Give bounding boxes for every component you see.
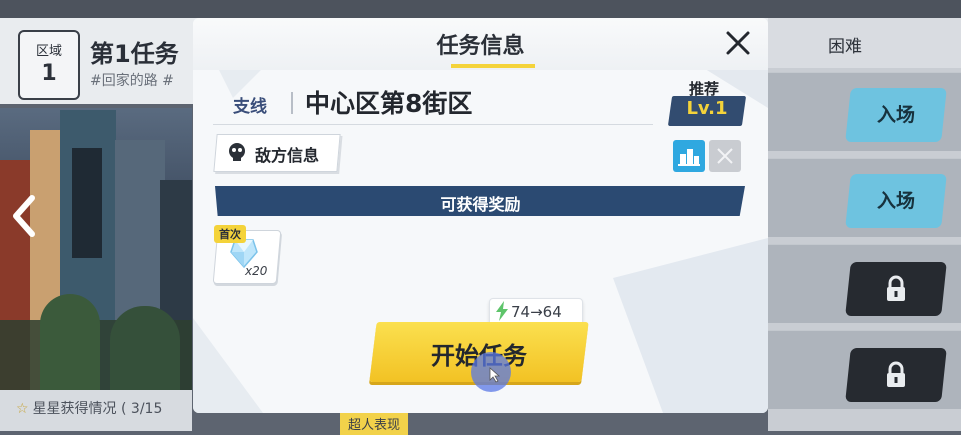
cursor-icon <box>489 367 501 383</box>
difficulty-header[interactable]: 困难 <box>768 18 961 68</box>
enemy-info-label: 敌方信息 <box>255 146 320 165</box>
dialog-title: 任务信息 <box>436 34 525 59</box>
top-strip <box>0 0 961 18</box>
stamina-bolt-icon <box>496 301 508 321</box>
bottom-hint: 超人表现 <box>340 412 409 435</box>
stage-view-button[interactable] <box>673 140 705 172</box>
enemy-skull-icon <box>229 143 245 161</box>
mission-tags: #回家的路 # <box>90 73 174 89</box>
disabled-view-button[interactable] <box>709 140 741 172</box>
star-icon: ☆ <box>16 401 29 417</box>
buildings-icon <box>678 149 700 166</box>
locked-stage-button[interactable] <box>845 348 947 402</box>
difficulty-label: 困难 <box>828 37 862 57</box>
cross-icon <box>717 148 733 164</box>
mission-info-dialog: 任务信息 支线 中心区第8街区 推荐 Lv.1 敌方信息 可获得奖励 首次 x2… <box>193 18 768 413</box>
separator <box>291 92 293 114</box>
branch-label: 支线 <box>233 97 267 117</box>
zone-label: 区域 <box>35 44 62 59</box>
zone-number: 1 <box>41 61 57 86</box>
stage-name: 中心区第8街区 <box>305 89 473 118</box>
close-icon[interactable] <box>723 28 753 58</box>
enter-button[interactable]: 入场 <box>845 88 947 142</box>
back-arrow-icon[interactable] <box>8 194 40 238</box>
reward-banner-label: 可获得奖励 <box>440 195 521 214</box>
stars-progress: ☆ 星星获得情况 ( 3/15 <box>16 398 162 418</box>
divider <box>213 124 653 125</box>
first-clear-tag: 首次 <box>214 225 246 243</box>
enter-button[interactable]: 入场 <box>845 174 947 228</box>
stars-progress-label: 星星获得情况 ( 3/15 <box>32 401 163 417</box>
title-underline <box>451 64 535 68</box>
city-illustration <box>0 108 192 390</box>
zone-badge: 区域 1 <box>18 30 80 100</box>
recommend-level: Lv.1 <box>686 98 728 119</box>
stamina-cost: 74→64 <box>511 303 562 321</box>
mission-title: 第1任务 <box>90 40 179 68</box>
lock-icon <box>887 361 905 387</box>
lock-icon <box>887 275 905 301</box>
locked-stage-button[interactable] <box>845 262 947 316</box>
reward-count: x20 <box>245 264 268 278</box>
